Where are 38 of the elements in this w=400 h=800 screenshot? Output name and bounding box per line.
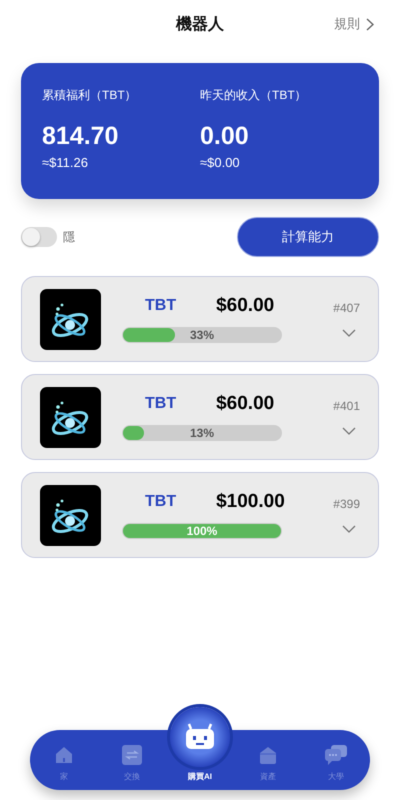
stat-approx: ≈$11.26 [42,155,89,170]
robot-price: $60.00 [216,393,274,415]
nav-tab[interactable]: 家 [30,730,98,790]
token-name: TBT [145,395,176,413]
chevron-down-icon [342,525,356,533]
chevron-down-icon [342,427,356,435]
orbit-logo-icon [40,386,101,448]
stat-value: 0.00 [200,122,250,151]
token-name: TBT [145,297,176,315]
orbit-logo-icon [40,288,101,350]
chevron-right-icon [366,18,374,30]
toggle-label: 隱 [63,228,75,246]
compute-power-button[interactable]: 計算能力 [237,217,379,257]
progress-percent: 100% [186,523,218,539]
chat-icon [325,745,347,765]
nav-tab[interactable]: 資產 [234,730,302,790]
robot-id: #401 [333,399,360,413]
rules-link[interactable]: 規則 [334,15,374,33]
token-name: TBT [145,493,176,511]
swap-icon [122,745,142,765]
stat-label: 累積福利（TBT） [42,87,138,104]
nav-tab[interactable]: 交換 [98,730,166,790]
robot-icon [183,722,217,752]
robot-id: #399 [333,497,360,511]
stat-value: 814.70 [42,122,120,151]
stat-label: 昨天的收入（TBT） [200,87,308,104]
page-title: 機器人 [176,14,224,34]
progress-percent: 33% [188,327,216,343]
stat-approx: ≈$0.00 [200,155,241,170]
progress-percent: 13% [188,425,216,441]
robot-id: #407 [333,301,360,315]
orbit-logo-icon [40,484,101,546]
nav-tab[interactable]: 大學 [302,730,370,790]
toggle-switch[interactable] [21,227,57,247]
robot-price: $60.00 [216,295,274,317]
house-icon [54,745,74,765]
robot-price: $100.00 [216,491,285,513]
chevron-down-icon [342,329,356,337]
